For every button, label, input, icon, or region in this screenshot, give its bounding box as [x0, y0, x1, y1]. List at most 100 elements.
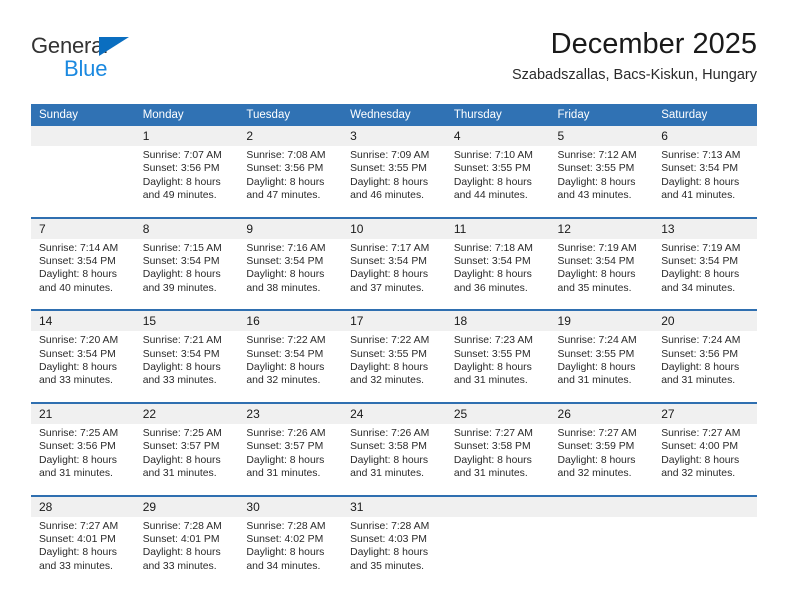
day-detail-line: Daylight: 8 hours [350, 454, 429, 466]
day-detail-line: Sunset: 3:55 PM [453, 163, 531, 175]
day-detail-line: Sunrise: 7:10 AM [453, 150, 533, 161]
day-number-28[interactable]: 28 [31, 494, 135, 517]
day-number-21[interactable]: 21 [31, 401, 135, 424]
weekday-header-wednesday: Wednesday [342, 104, 446, 126]
day-detail-line: Sunset: 3:55 PM [557, 348, 635, 360]
day-number-17[interactable]: 17 [342, 309, 446, 332]
day-detail-line: Sunset: 4:00 PM [661, 441, 739, 453]
day-detail-line: Daylight: 8 hours [557, 362, 636, 374]
day-cell-12[interactable]: Sunrise: 7:19 AM Sunset: 3:54 PM Daylight:… [549, 238, 654, 311]
day-number-7[interactable]: 7 [31, 216, 135, 239]
day-cell-3[interactable]: Sunrise: 7:09 AM Sunset: 3:55 PM Daylight:… [342, 146, 446, 218]
day-detail-line: and 34 minutes. [661, 282, 736, 294]
day-cell-30[interactable]: Sunrise: 7:28 AM Sunset: 4:02 PM Daylight:… [238, 516, 343, 588]
day-number-15[interactable]: 15 [134, 309, 239, 332]
day-cell-17[interactable]: Sunrise: 7:22 AM Sunset: 3:55 PM Daylight:… [342, 331, 446, 403]
day-cell-18[interactable]: Sunrise: 7:23 AM Sunset: 3:55 PM Daylight:… [445, 331, 550, 403]
day-detail-line: Daylight: 8 hours [246, 362, 325, 374]
day-cell-8[interactable]: Sunrise: 7:15 AM Sunset: 3:54 PM Daylight:… [134, 238, 239, 311]
day-detail-line: Sunrise: 7:26 AM [350, 427, 430, 439]
day-detail-line: Daylight: 8 hours [246, 269, 325, 281]
day-detail-line: and 46 minutes. [350, 190, 425, 202]
day-detail-line: Sunrise: 7:25 AM [142, 427, 222, 439]
day-number-12[interactable]: 12 [549, 216, 654, 239]
day-detail-line: and 49 minutes. [142, 190, 217, 202]
day-cell-15[interactable]: Sunrise: 7:21 AM Sunset: 3:54 PM Daylight:… [134, 331, 239, 403]
day-cell-4[interactable]: Sunrise: 7:10 AM Sunset: 3:55 PM Daylight:… [445, 146, 550, 218]
day-detail-line: Sunrise: 7:17 AM [350, 242, 430, 254]
generalblue-logo[interactable]: General Blue [31, 33, 151, 83]
week-daynumber-row: 21 22 23 24 25 26 27 [31, 401, 757, 424]
day-detail-line: and 32 minutes. [350, 375, 425, 387]
day-cell-9[interactable]: Sunrise: 7:16 AM Sunset: 3:54 PM Daylight:… [238, 238, 343, 311]
day-number-10[interactable]: 10 [342, 216, 446, 239]
day-cell-23[interactable]: Sunrise: 7:26 AM Sunset: 3:57 PM Daylight:… [238, 423, 343, 496]
day-number-11[interactable]: 11 [445, 216, 550, 239]
day-detail-line: and 31 minutes. [453, 468, 528, 480]
day-number-26[interactable]: 26 [549, 401, 654, 424]
day-cell-14[interactable]: Sunrise: 7:20 AM Sunset: 3:54 PM Daylight:… [31, 331, 135, 403]
day-detail-line: Sunset: 3:55 PM [350, 348, 427, 360]
day-number-27[interactable]: 27 [653, 401, 757, 424]
day-number-29[interactable]: 29 [134, 494, 239, 517]
weekday-header-saturday: Saturday [653, 104, 757, 126]
day-cell-1[interactable]: Sunrise: 7:07 AM Sunset: 3:56 PM Daylight:… [134, 146, 239, 218]
day-number-4[interactable]: 4 [445, 126, 550, 146]
day-number-31[interactable]: 31 [342, 494, 446, 517]
day-cell-31[interactable]: Sunrise: 7:28 AM Sunset: 4:03 PM Daylight:… [342, 516, 446, 588]
day-detail-line: and 37 minutes. [350, 282, 425, 294]
page-header: General Blue December 2025 Szabadszallas… [0, 0, 792, 96]
day-cell-16[interactable]: Sunrise: 7:22 AM Sunset: 3:54 PM Daylight:… [238, 331, 343, 403]
day-cell-7[interactable]: Sunrise: 7:14 AM Sunset: 3:54 PM Daylight:… [31, 238, 135, 311]
day-detail-line: and 34 minutes. [246, 560, 321, 572]
day-cell-6[interactable]: Sunrise: 7:13 AM Sunset: 3:54 PM Daylight:… [653, 146, 757, 218]
day-detail-line: Sunset: 3:57 PM [246, 441, 324, 453]
day-number-19[interactable]: 19 [549, 309, 654, 332]
day-cell-25[interactable]: Sunrise: 7:27 AM Sunset: 3:58 PM Daylight:… [445, 423, 550, 496]
weekday-header-monday: Monday [134, 104, 239, 126]
day-cell-empty [549, 516, 654, 588]
day-number-24[interactable]: 24 [342, 401, 446, 424]
day-number-22[interactable]: 22 [134, 401, 239, 424]
day-number-25[interactable]: 25 [445, 401, 550, 424]
day-number-13[interactable]: 13 [653, 216, 757, 239]
day-number-6[interactable]: 6 [653, 126, 757, 146]
day-cell-5[interactable]: Sunrise: 7:12 AM Sunset: 3:55 PM Daylight:… [549, 146, 654, 218]
day-cell-11[interactable]: Sunrise: 7:18 AM Sunset: 3:54 PM Daylight:… [445, 238, 550, 311]
day-number-18[interactable]: 18 [445, 309, 550, 332]
day-detail-line: Sunset: 4:01 PM [39, 533, 116, 545]
day-detail-line: Daylight: 8 hours [661, 362, 740, 374]
day-cell-20[interactable]: Sunrise: 7:24 AM Sunset: 3:56 PM Daylight:… [653, 331, 757, 403]
day-number-8[interactable]: 8 [134, 216, 239, 239]
day-cell-2[interactable]: Sunrise: 7:08 AM Sunset: 3:56 PM Daylight:… [238, 146, 343, 218]
day-number-20[interactable]: 20 [653, 309, 757, 332]
day-detail-line: and 31 minutes. [142, 468, 217, 480]
day-number-14[interactable]: 14 [31, 309, 135, 332]
day-cell-19[interactable]: Sunrise: 7:24 AM Sunset: 3:55 PM Daylight:… [549, 331, 654, 403]
page-subtitle: Szabadszallas, Bacs-Kiskun, Hungary [511, 67, 757, 83]
day-number-5[interactable]: 5 [549, 126, 654, 146]
day-cell-29[interactable]: Sunrise: 7:28 AM Sunset: 4:01 PM Daylight:… [134, 516, 239, 588]
day-number-2[interactable]: 2 [238, 126, 343, 146]
day-detail-line: and 31 minutes. [661, 375, 736, 387]
day-number-30[interactable]: 30 [238, 494, 343, 517]
day-detail-line: and 31 minutes. [39, 468, 113, 480]
day-number-1[interactable]: 1 [134, 126, 239, 146]
day-cell-24[interactable]: Sunrise: 7:26 AM Sunset: 3:58 PM Daylight:… [342, 423, 446, 496]
day-cell-10[interactable]: Sunrise: 7:17 AM Sunset: 3:54 PM Daylight:… [342, 238, 446, 311]
day-detail-line: Daylight: 8 hours [246, 176, 325, 188]
week-detail-row: Sunrise: 7:27 AM Sunset: 4:01 PM Daylight:… [31, 516, 757, 588]
day-cell-26[interactable]: Sunrise: 7:27 AM Sunset: 3:59 PM Daylight:… [549, 423, 654, 496]
day-number-16[interactable]: 16 [238, 309, 343, 332]
day-cell-21[interactable]: Sunrise: 7:25 AM Sunset: 3:56 PM Daylight:… [31, 423, 135, 496]
day-detail-line: Sunrise: 7:18 AM [453, 242, 533, 254]
title-block: December 2025 Szabadszallas, Bacs-Kiskun… [512, 27, 757, 85]
day-number-23[interactable]: 23 [238, 401, 343, 424]
day-cell-28[interactable]: Sunrise: 7:27 AM Sunset: 4:01 PM Daylight:… [31, 516, 135, 588]
day-cell-27[interactable]: Sunrise: 7:27 AM Sunset: 4:00 PM Daylight:… [653, 423, 757, 496]
day-number-9[interactable]: 9 [238, 216, 343, 239]
day-cell-13[interactable]: Sunrise: 7:19 AM Sunset: 3:54 PM Daylight:… [653, 238, 757, 311]
day-number-3[interactable]: 3 [342, 126, 446, 146]
day-cell-22[interactable]: Sunrise: 7:25 AM Sunset: 3:57 PM Daylight:… [134, 423, 239, 496]
week-detail-row: Sunrise: 7:20 AM Sunset: 3:54 PM Daylight:… [31, 331, 757, 403]
